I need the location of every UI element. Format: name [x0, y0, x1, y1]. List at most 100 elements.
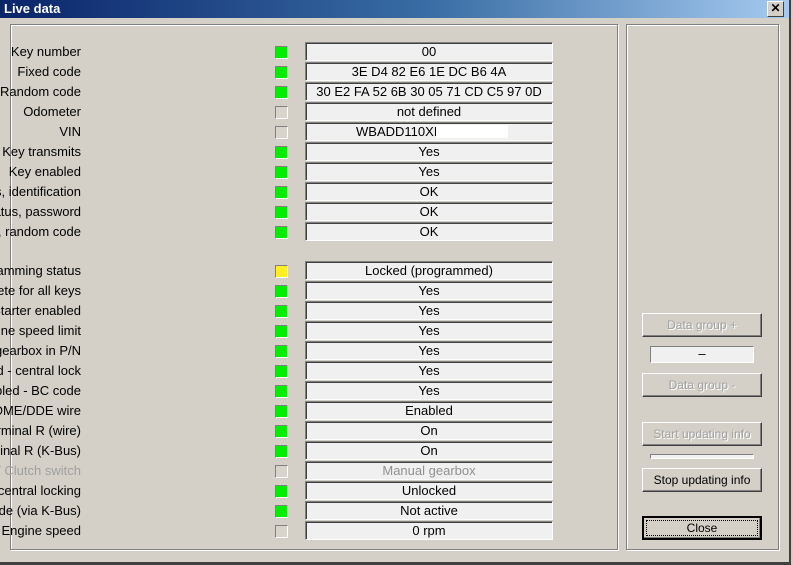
status-indicator-icon	[275, 146, 288, 159]
data-row: Starter enabled - gearbox in P/N Yes	[0, 341, 611, 361]
focus-rect	[646, 520, 758, 536]
status-indicator-icon	[275, 345, 288, 358]
row-label: Starter enabled - engine speed limit	[0, 323, 81, 338]
row-label: Odometer	[23, 104, 81, 119]
status-indicator-icon	[275, 186, 288, 199]
status-indicator-icon	[275, 265, 288, 278]
vin-value: WBADD110XI	[356, 124, 438, 139]
live-data-panel: Key number 00 Fixed code 3E D4 82 E6 1E DC …	[0, 24, 618, 550]
data-row: Selector lever / Clutch switch Manual gea…	[0, 461, 611, 481]
row-label: Engine speed	[1, 523, 81, 538]
row-label: Status, central locking	[0, 483, 81, 498]
row-value: Not active	[305, 501, 553, 520]
row-value: OK	[305, 182, 553, 201]
row-value: Yes	[305, 162, 553, 181]
row-label: Key number	[10, 44, 81, 59]
status-indicator-icon	[275, 325, 288, 338]
row-label: Status, DME/DDE wire	[0, 403, 81, 418]
window-title: Live data	[4, 1, 61, 16]
row-value: 00	[305, 42, 553, 61]
data-row: Status, password OK	[0, 202, 611, 222]
data-row: Status, identification OK	[0, 182, 611, 202]
data-row: Terminal R (K-Bus) On	[0, 441, 611, 461]
close-icon[interactable]: ✕	[767, 1, 784, 17]
row-value: Yes	[305, 381, 553, 400]
row-value: Unlocked	[305, 481, 553, 500]
data-group-minus-button[interactable]: Data group -	[642, 373, 762, 397]
row-value: Yes	[305, 281, 553, 300]
row-value: Manual gearbox	[305, 461, 553, 480]
data-row: Key number 00	[11, 42, 611, 62]
row-label: Terminal R (wire)	[0, 423, 81, 438]
status-indicator-icon	[275, 465, 288, 478]
data-row: Key enabled Yes	[9, 162, 611, 182]
status-indicator-icon	[275, 525, 288, 538]
close-button[interactable]: Close	[642, 516, 762, 540]
status-indicator-icon	[275, 86, 288, 99]
row-label: Fixed code	[17, 64, 81, 79]
status-indicator-icon	[275, 305, 288, 318]
data-row: Starter enabled - central lock Yes	[0, 361, 611, 381]
status-indicator-icon	[275, 425, 288, 438]
live-data-window: Live data ✕ Key number 00 Fixed code 3E D4 …	[0, 0, 791, 565]
row-value: Yes	[305, 321, 553, 340]
row-value: OK	[305, 222, 553, 241]
row-label: Key transmits	[2, 144, 81, 159]
data-row: Odometer not defined	[11, 102, 611, 122]
data-row: Starter enabled - engine speed limit Yes	[0, 321, 611, 341]
row-label: Selector lever / Clutch switch	[0, 463, 81, 478]
title-bar: Live data ✕	[0, 0, 789, 18]
data-row: Starter enabled - BC code Yes	[0, 381, 611, 401]
controls-panel: Data group + – Data group - Start updati…	[626, 24, 779, 550]
status-indicator-icon	[275, 405, 288, 418]
row-value: Yes	[305, 301, 553, 320]
row-value: Yes	[305, 361, 553, 380]
row-value: WBADD110XI	[305, 122, 553, 141]
row-label: Starter enabled - central lock	[0, 363, 81, 378]
vin-redaction	[436, 125, 508, 138]
status-indicator-icon	[275, 166, 288, 179]
data-row: Random code 30 E2 FA 52 6B 30 05 71 CD C5…	[0, 82, 611, 102]
update-progress-bar	[650, 454, 754, 459]
data-row: Status, DME/DDE wire Enabled	[0, 401, 611, 421]
row-label: Random code	[0, 84, 81, 99]
row-label: EWS programming status	[0, 263, 81, 278]
row-value: On	[305, 421, 553, 440]
status-indicator-icon	[275, 365, 288, 378]
status-indicator-icon	[275, 385, 288, 398]
start-updating-button[interactable]: Start updating info	[642, 422, 762, 446]
row-label: Status, identification	[0, 184, 81, 199]
data-row: Starter enabled Yes	[0, 301, 611, 321]
status-indicator-icon	[275, 106, 288, 119]
data-group-field: –	[650, 346, 754, 363]
data-row: VIN WBADD110XI	[11, 122, 611, 142]
row-value: Yes	[305, 142, 553, 161]
row-value: On	[305, 441, 553, 460]
row-label: Starter enabled - gearbox in P/N	[0, 343, 81, 358]
status-indicator-icon	[275, 126, 288, 139]
data-row: Key transmits Yes	[2, 142, 611, 162]
row-label: Status, password	[0, 204, 81, 219]
stop-updating-button[interactable]: Stop updating info	[642, 468, 762, 492]
row-value: 3E D4 82 E6 1E DC B6 4A	[305, 62, 553, 81]
row-label: Key enabled	[8, 164, 81, 179]
status-indicator-icon	[275, 46, 288, 59]
row-value: 30 E2 FA 52 6B 30 05 71 CD C5 97 0D	[305, 82, 553, 101]
row-label: Terminal R (K-Bus)	[0, 443, 81, 458]
row-label: Auto-init complete for all keys	[0, 283, 81, 298]
row-label: Starter enabled - BC code	[0, 383, 81, 398]
row-label: Status, random code	[0, 224, 81, 239]
data-row: EWS programming status Locked (programmed…	[0, 261, 611, 281]
row-value: OK	[305, 202, 553, 221]
row-value: Locked (programmed)	[305, 261, 553, 280]
row-value: Enabled	[305, 401, 553, 420]
data-row: Status, random code OK	[0, 222, 611, 242]
row-label: BC code (via K-Bus)	[0, 503, 81, 518]
row-label: VIN	[59, 124, 81, 139]
data-group-plus-button[interactable]: Data group +	[642, 313, 762, 337]
row-value: not defined	[305, 102, 553, 121]
row-label: Starter enabled	[0, 303, 81, 318]
data-row: Status, central locking Unlocked	[0, 481, 611, 501]
data-row: Terminal R (wire) On	[0, 421, 611, 441]
status-indicator-icon	[275, 226, 288, 239]
